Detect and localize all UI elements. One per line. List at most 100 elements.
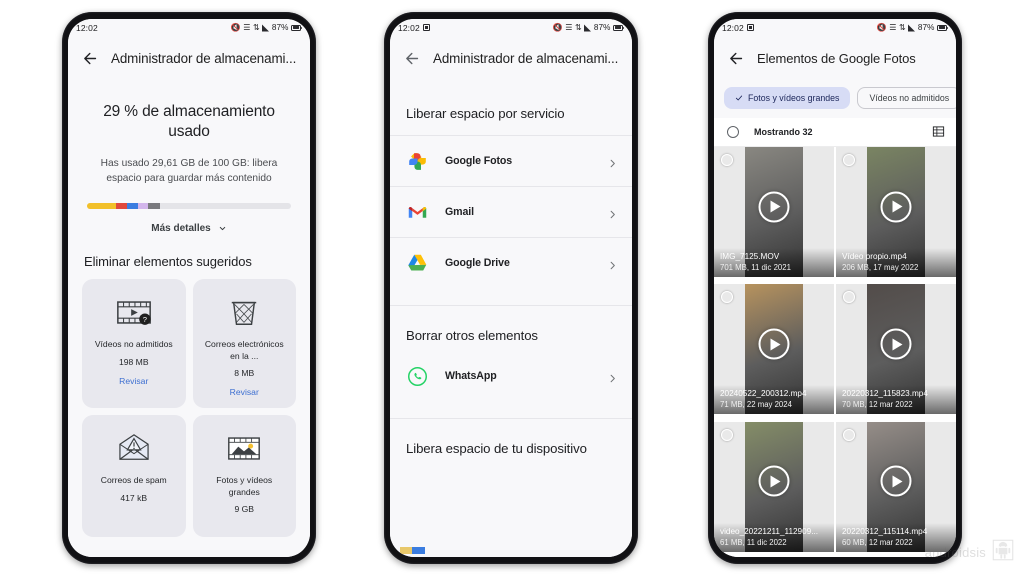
media-size-date: 60 MB, 12 mar 2022 [842,537,913,547]
media-tile[interactable]: IMG_7125.MOV 701 MB, 11 dic 2021 [714,147,834,277]
section-divider [390,288,632,306]
media-select-checkbox[interactable] [721,428,733,441]
more-details-button[interactable]: Más detalles [86,223,292,234]
service-row-whatsapp[interactable]: WhatsApp [390,351,632,401]
storage-bar-segment [115,202,127,209]
storage-bar-segment [87,202,116,209]
media-select-checkbox[interactable] [721,154,733,166]
screenshot-icon [746,24,754,31]
device-section-title: Libera espacio de tu dispositivo [406,441,587,456]
android-robot-icon [990,537,1016,568]
play-icon[interactable] [880,191,912,223]
suggestion-card-action[interactable]: Revisar [119,376,148,386]
suggestion-card[interactable]: Fotos y vídeos grandes 9 GB [192,415,296,538]
back-arrow-icon[interactable] [82,50,99,67]
suggestion-card-size: 198 MB [118,356,149,367]
screen1-body: 29 % de almacenamiento usado Has usado 2… [68,80,310,557]
media-tile[interactable]: video_20221211_112909... 61 MB, 11 dic 20… [714,421,834,552]
play-icon[interactable] [758,465,790,497]
storage-bar-segment [148,202,161,209]
check-icon [735,94,743,102]
filter-chip-row: Fotos y vídeos grandes Vídeos no admitid… [714,80,956,118]
media-filename: video_20221211_112909... [720,526,819,536]
app-bar-2: Administrador de almacenami... [390,36,632,80]
media-size-date: 206 MB, 17 may 2022 [842,263,919,272]
signal-icon [262,24,270,32]
chevron-right-icon [607,258,618,269]
more-details-label: Más detalles [151,223,211,234]
unsupported-video-icon: ? [115,292,153,332]
service-row-gmail[interactable]: Gmail [390,186,632,237]
page-title: Administrador de almacenami... [433,50,618,66]
suggestion-card-action[interactable]: Revisar [230,387,259,397]
filter-chip-unsupported-videos[interactable]: Vídeos no admitidos [857,87,956,109]
back-arrow-icon[interactable] [728,50,745,67]
battery-percent: 87% [593,23,611,32]
media-size-date: 70 MB, 12 mar 2022 [842,400,913,410]
suggestion-card-size: 8 MB [234,368,255,379]
media-filename: Vídeo propio.mp4 [842,252,907,261]
services-section-title: Liberar espacio por servicio [406,106,565,121]
play-icon[interactable] [880,465,912,497]
wifi-icon: ☰ [243,22,251,32]
partial-bottom-content [390,545,632,555]
wifi-icon: ☰ [889,22,897,32]
svg-text:?: ? [143,315,147,324]
google-photos-icon [406,150,428,172]
spam-mail-icon [115,428,153,468]
suggested-cards-grid: ? Vídeos no admitidos 198 MB Revisar Cor… [68,279,310,538]
screen3-body: Fotos y vídeos grandes Vídeos no admitid… [714,80,956,557]
phone-screen-1: 12:02 🔇 ☰ ⇅ 87% Administrador de almacen… [68,19,310,557]
media-tile[interactable]: Vídeo propio.mp4 206 MB, 17 may 2022 [836,147,956,277]
suggestion-card[interactable]: Correos de spam 417 kB [82,415,186,538]
media-tile[interactable]: 20220312_115114.mp4 60 MB, 12 mar 2022 [836,421,956,552]
status-time: 12:02 [722,22,744,33]
back-arrow-icon[interactable] [404,50,421,67]
storage-bar-segment [137,202,149,209]
media-caption: Vídeo propio.mp4 206 MB, 17 may 2022 [836,248,956,277]
suggestion-card[interactable]: Correos electrónicos en la ... 8 MB Revi… [192,279,296,409]
battery-percent: 87% [271,23,289,32]
battery-icon [937,24,949,31]
chevron-right-icon [607,371,618,382]
trash-bin-icon [228,292,260,332]
media-caption: IMG_7125.MOV 701 MB, 11 dic 2021 [714,248,834,277]
suggestion-card-size: 9 GB [234,504,255,515]
page-title: Elementos de Google Fotos [757,50,916,66]
media-tile[interactable]: 20240522_200312.mp4 71 MB, 22 may 2024 [714,284,834,415]
phone-frame-3: 12:02 🔇 ☰ ⇅ 87% Elementos de Google Foto… [708,12,962,564]
media-select-checkbox[interactable] [843,428,855,441]
suggestion-card[interactable]: ? Vídeos no admitidos 198 MB Revisar [82,279,186,409]
media-filename: IMG_7125.MOV [720,252,780,261]
filter-chip-large-photos[interactable]: Fotos y vídeos grandes [724,87,851,109]
storage-summary: 29 % de almacenamiento usado Has usado 2… [68,80,310,234]
phone-screen-3: 12:02 🔇 ☰ ⇅ 87% Elementos de Google Foto… [714,19,956,557]
section-divider [390,401,632,419]
media-filename: 20220312_115823.mp4 [842,389,928,399]
media-select-checkbox[interactable] [843,154,855,166]
chevron-right-icon [607,156,618,167]
media-caption: 20220312_115823.mp4 70 MB, 12 mar 2022 [836,385,956,415]
screen2-body: Liberar espacio por servicio Google Foto… [390,80,632,557]
status-bar-2: 12:02 🔇 ☰ ⇅ 87% [390,19,632,36]
grid-view-icon[interactable] [932,125,945,138]
radio-unchecked-icon[interactable] [727,125,739,138]
chevron-right-icon [607,207,618,218]
service-label: Gmail [445,206,474,218]
play-icon[interactable] [880,328,912,360]
play-icon[interactable] [758,328,790,360]
storage-used-detail: Has usado 29,61 GB de 100 GB: libera esp… [100,157,278,185]
battery-icon [291,24,303,31]
media-caption: video_20221211_112909... 61 MB, 11 dic 20… [714,522,834,552]
media-size-date: 71 MB, 22 may 2024 [720,400,792,410]
status-time: 12:02 [76,22,98,33]
service-row-google-fotos[interactable]: Google Fotos [390,135,632,186]
media-tile[interactable]: 20220312_115823.mp4 70 MB, 12 mar 2022 [836,284,956,415]
media-caption: 20220312_115114.mp4 60 MB, 12 mar 2022 [836,522,956,552]
screenshot-stage: 12:02 🔇 ☰ ⇅ 87% Administrador de almacen… [0,0,1024,576]
service-row-google-drive[interactable]: Google Drive [390,237,632,288]
suggestion-card-title: Fotos y vídeos grandes [216,475,273,497]
play-icon[interactable] [758,191,790,223]
media-filename: 20220312_115114.mp4 [842,526,928,536]
phone-screen-2: 12:02 🔇 ☰ ⇅ 87% Administrador de almacen… [390,19,632,557]
